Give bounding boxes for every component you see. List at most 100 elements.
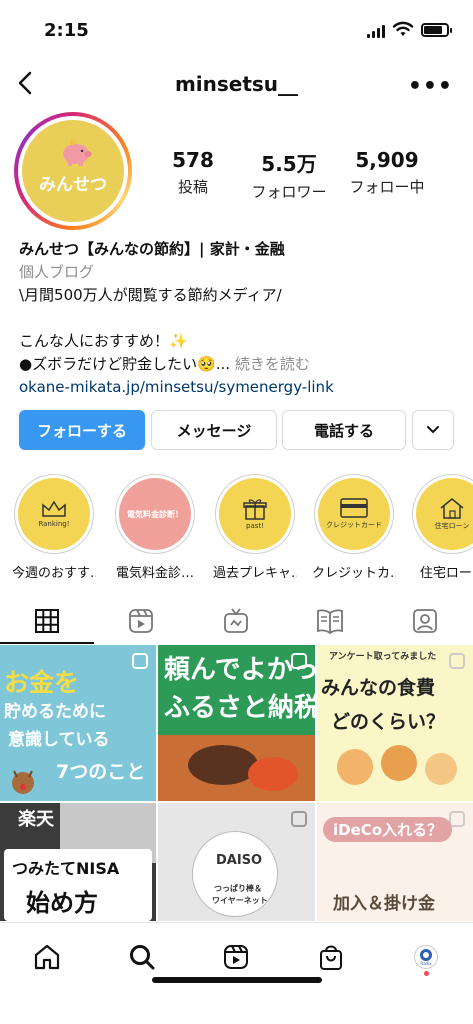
profile-username: minsetsu__ (174, 72, 299, 96)
post-caption: アンケート取ってみました (329, 652, 437, 662)
followers-count-label: フォロワー (251, 183, 327, 201)
post-caption: 意識している (8, 730, 110, 750)
profile-category: 個人ブログ (19, 263, 95, 281)
battery-icon (421, 23, 452, 37)
guide-icon (317, 609, 343, 634)
highlight-label: 今週のおすす… (12, 566, 96, 581)
post-thumbnail[interactable]: アンケート取ってみました みんなの食費 どのくらい？ (317, 645, 473, 801)
tab-guides[interactable] (283, 598, 377, 644)
posts-count-label: 投稿 (177, 178, 208, 196)
following-count-label: フォロー中 (349, 178, 425, 196)
shopping-bag-icon (320, 945, 342, 970)
suggested-accounts-button[interactable] (412, 410, 454, 450)
following-count[interactable]: 5,909 フォロー中 (337, 148, 437, 197)
nav-shop[interactable] (311, 937, 351, 977)
highlight-electricity[interactable]: 電気料金診断！ 電気料金診… (113, 474, 197, 581)
home-icon (34, 944, 60, 970)
bio-line-truncated: ●ズボラだけど貯金したい🥺... 続きを読む (19, 353, 459, 376)
highlight-label: 電気料金診… (115, 566, 194, 581)
posts-grid: お金を 貯めるために 意識している 7つのこと 頼んでよかった ふるさと納税 ア… (0, 645, 473, 921)
profile-bio: みんせつ【みんなの節約】| 家計・金融 個人ブログ \月間500万人が閲覧する節… (19, 238, 459, 399)
highlight-cover-text: Ranking! (38, 520, 70, 528)
posts-count[interactable]: 578 投稿 (143, 148, 243, 197)
bio-link[interactable]: okane-mikata.jp/minsetsu/symenergy-link (19, 376, 459, 399)
more-options-icon[interactable]: ••• (408, 74, 453, 99)
status-time: 2:15 (44, 20, 89, 41)
highlight-past[interactable]: past! 過去プレキャ… (213, 474, 297, 581)
highlight-cover-text: 住宅ローン (434, 522, 470, 530)
highlight-credit-card[interactable]: クレジットカード クレジットカ… (312, 474, 396, 581)
followers-count-value: 5.5万 (261, 152, 317, 176)
bio-line: こんな人におすすめ！✨ (19, 332, 188, 350)
reindeer-icon (12, 770, 34, 794)
following-count-value: 5,909 (355, 148, 419, 172)
call-button[interactable]: 電話する (282, 410, 406, 450)
post-caption: 始め方 (26, 889, 98, 917)
profile-tabs (0, 598, 473, 644)
followers-count[interactable]: 5.5万 フォロワー (239, 148, 339, 202)
tab-igtv[interactable] (189, 598, 283, 644)
bio-line: ●ズボラだけど貯金したい🥺... (19, 355, 231, 373)
reels-icon (224, 945, 248, 969)
post-caption: ふるさと納税 (164, 693, 315, 723)
highlight-housing-loan[interactable]: 住宅ローン 住宅ローン (410, 474, 473, 581)
house-icon (440, 498, 464, 519)
radix-logo-icon (420, 948, 432, 961)
post-caption: 貯めるために (4, 702, 106, 722)
profile-avatar-text: Radix (420, 960, 432, 966)
posts-count-value: 578 (172, 148, 214, 172)
post-caption: 頼んでよかった (164, 655, 315, 685)
display-name: みんせつ【みんなの節約】| 家計・金融 (19, 240, 285, 258)
tagged-icon (413, 609, 437, 633)
nav-home[interactable] (27, 937, 67, 977)
post-caption: iDeCo入れる？ (323, 817, 453, 842)
profile-avatar: Radix (414, 945, 438, 969)
reels-icon (129, 609, 153, 633)
post-caption: つみたてNISA (12, 859, 120, 878)
post-thumbnail[interactable]: 頼んでよかった ふるさと納税 (158, 645, 315, 801)
post-caption: DAISO (216, 853, 263, 868)
post-thumbnail[interactable]: お金を 貯めるために 意識している 7つのこと (0, 645, 156, 801)
highlight-ranking[interactable]: Ranking! 今週のおすす… (12, 474, 96, 581)
profile-avatar[interactable]: みんせつ (14, 112, 132, 230)
message-button[interactable]: メッセージ (151, 410, 277, 450)
post-thumbnail[interactable]: iDeCo入れる？ 加入＆掛け金 (317, 803, 473, 921)
cellular-signal-icon (367, 24, 385, 38)
post-caption: 7つのこと (56, 761, 146, 783)
post-caption: つっぱり棒＆ (214, 884, 262, 893)
tab-reels[interactable] (94, 598, 188, 644)
highlight-cover-text: past! (246, 522, 264, 530)
tab-tagged[interactable] (378, 598, 472, 644)
follow-button[interactable]: フォローする (19, 410, 145, 450)
wifi-icon (392, 21, 414, 36)
credit-card-icon (340, 498, 368, 518)
bio-line: \月間500万人が閲覧する節約メディア/ (19, 286, 282, 304)
igtv-icon (224, 608, 248, 633)
read-more-link[interactable]: 続きを読む (235, 355, 310, 373)
post-caption: 楽天 (18, 809, 54, 830)
highlight-label: クレジットカ… (312, 566, 396, 581)
post-thumbnail[interactable]: DAISO つっぱり棒＆ ワイヤーネット (158, 803, 315, 921)
post-caption: みんなの食費 (321, 677, 436, 699)
piggy-bank-icon (63, 139, 92, 166)
gift-icon (243, 499, 267, 520)
highlight-cover-text: クレジットカード (326, 521, 382, 529)
nav-search[interactable] (122, 937, 162, 977)
post-caption: ワイヤーネット (212, 896, 268, 905)
post-caption: お金を (4, 668, 80, 697)
grid-icon (35, 609, 59, 633)
tab-posts-grid[interactable] (0, 598, 94, 644)
avatar-text: みんせつ (39, 175, 107, 195)
bottom-navigation: Radix (0, 922, 473, 992)
home-indicator (152, 977, 322, 983)
highlight-label: 過去プレキャ… (213, 566, 297, 581)
post-caption: 加入＆掛け金 (333, 894, 435, 914)
post-thumbnail[interactable]: 楽天 つみたてNISA 始め方 (0, 803, 156, 921)
search-icon (130, 945, 155, 970)
nav-reels[interactable] (216, 937, 256, 977)
highlight-cover-text: 電気料金診断！ (127, 509, 183, 519)
profile-header: minsetsu__ ••• (0, 62, 473, 106)
notification-dot (424, 971, 429, 976)
chevron-down-icon (427, 426, 439, 434)
crown-icon (42, 500, 66, 517)
